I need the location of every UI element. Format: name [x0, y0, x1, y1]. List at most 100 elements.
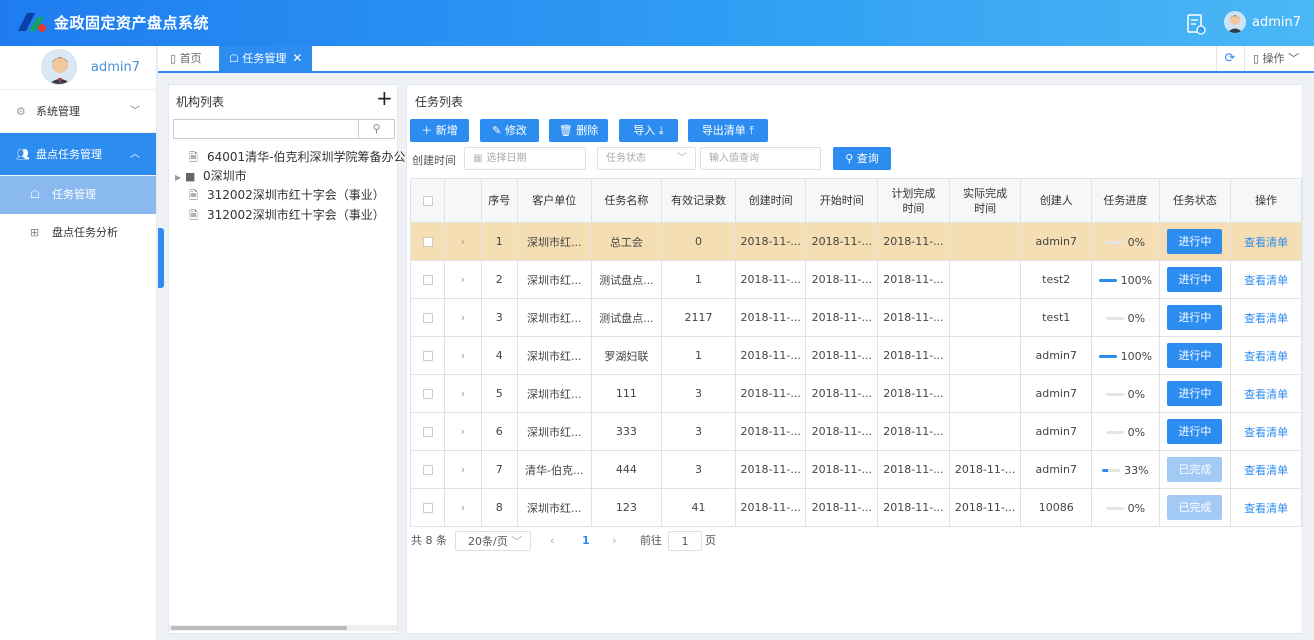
column-header[interactable]: 操作	[1230, 178, 1302, 223]
table-row[interactable]: › 5 深圳市红... 111 3 2018-11-... 2018-11-... 2018-…	[409, 374, 1302, 413]
view-list-link[interactable]: 查看清单	[1244, 350, 1288, 363]
page-size-select[interactable]: 20条/页 ﹀	[455, 531, 531, 551]
refresh-icon[interactable]: ⟳	[1216, 46, 1243, 71]
row-checkbox[interactable]	[422, 465, 433, 475]
tabs-operations-dropdown[interactable]: ▯ 操作 ﹀	[1244, 46, 1314, 71]
column-header[interactable]: 开始时间	[805, 178, 879, 223]
select-all-cell[interactable]	[409, 178, 446, 223]
add-icon[interactable]: +	[376, 88, 393, 108]
next-page-icon[interactable]: ›	[612, 531, 616, 551]
search-icon[interactable]: ⚲	[358, 120, 394, 138]
table-row[interactable]: › 1 深圳市红... 总工会 0 2018-11-... 2018-11-... 2018-…	[409, 222, 1302, 261]
tree-node[interactable]: ▶ ■ 0深圳市	[175, 167, 395, 184]
chevron-right-icon[interactable]: ›	[461, 311, 465, 324]
status-button[interactable]: 进行中	[1167, 267, 1223, 292]
row-expand-cell[interactable]: ›	[444, 222, 482, 261]
status-button[interactable]: 已完成	[1167, 495, 1223, 520]
status-button[interactable]: 已完成	[1167, 457, 1223, 482]
chevron-right-icon[interactable]: ›	[461, 235, 465, 248]
goto-page-input[interactable]: 1	[668, 531, 702, 551]
row-expand-cell[interactable]: ›	[444, 412, 482, 451]
row-checkbox[interactable]	[422, 503, 433, 513]
view-list-link[interactable]: 查看清单	[1244, 464, 1288, 477]
status-button[interactable]: 进行中	[1167, 305, 1223, 330]
scrollbar-thumb[interactable]	[171, 626, 347, 630]
tab-home[interactable]: ▯ 首页	[160, 46, 212, 71]
row-select-cell[interactable]	[409, 336, 446, 375]
column-header[interactable]: 计划完成时间	[877, 178, 950, 223]
row-select-cell[interactable]	[409, 298, 446, 337]
status-button[interactable]: 进行中	[1167, 419, 1223, 444]
org-search-input[interactable]: ⚲	[173, 119, 395, 139]
row-select-cell[interactable]	[409, 222, 446, 261]
tree-node[interactable]: 🗎︎ 312002深圳市红十字会（事业）	[189, 206, 409, 226]
chevron-right-icon[interactable]: ›	[461, 387, 465, 400]
row-expand-cell[interactable]: ›	[444, 450, 482, 489]
current-page[interactable]: 1	[582, 531, 590, 551]
row-checkbox[interactable]	[422, 313, 433, 323]
row-select-cell[interactable]	[409, 374, 446, 413]
status-button[interactable]: 进行中	[1167, 229, 1223, 254]
select-all-checkbox[interactable]	[422, 196, 433, 206]
top-user-name[interactable]: admin7	[1252, 15, 1301, 30]
row-expand-cell[interactable]: ›	[444, 374, 482, 413]
table-row[interactable]: › 2 深圳市红... 测试盘点... 1 2018-11-... 2018-11-... 2…	[409, 260, 1302, 299]
keyword-input[interactable]: 输入值查询	[700, 147, 821, 170]
top-avatar[interactable]	[1224, 11, 1246, 33]
status-select[interactable]: 任务状态 ﹀	[597, 147, 696, 170]
table-row[interactable]: › 7 清华-伯克... 444 3 2018-11-... 2018-11-... 2018…	[409, 450, 1302, 489]
chevron-right-icon[interactable]: ›	[461, 273, 465, 286]
row-select-cell[interactable]	[409, 260, 446, 299]
row-select-cell[interactable]	[409, 488, 446, 527]
caret-right-icon[interactable]: ▶	[175, 173, 185, 182]
row-checkbox[interactable]	[422, 389, 433, 399]
table-row[interactable]: › 8 深圳市红... 123 41 2018-11-... 2018-11-... 2018…	[409, 488, 1302, 527]
chevron-right-icon[interactable]: ›	[461, 463, 465, 476]
table-row[interactable]: › 6 深圳市红... 333 3 2018-11-... 2018-11-... 2018-…	[409, 412, 1302, 451]
column-header[interactable]: 客户单位	[516, 178, 592, 223]
horizontal-scrollbar[interactable]	[169, 625, 397, 631]
status-button[interactable]: 进行中	[1167, 343, 1223, 368]
row-select-cell[interactable]	[409, 450, 446, 489]
menu-inventory-task-management[interactable]: 👥︎ 盘点任务管理 ︿	[0, 133, 156, 176]
chevron-right-icon[interactable]: ›	[461, 501, 465, 514]
tree-node[interactable]: 🗎︎ 64001清华-伯克利深圳学院筹备办公室	[189, 148, 409, 168]
column-header[interactable]: 创建人	[1020, 178, 1093, 223]
status-button[interactable]: 进行中	[1167, 381, 1223, 406]
column-header[interactable]: 任务进度	[1091, 178, 1160, 223]
chevron-right-icon[interactable]: ›	[461, 425, 465, 438]
row-checkbox[interactable]	[422, 427, 433, 437]
view-list-link[interactable]: 查看清单	[1244, 502, 1288, 515]
view-list-link[interactable]: 查看清单	[1244, 236, 1288, 249]
submenu-task-analysis[interactable]: ⊞ 盘点任务分析	[0, 214, 156, 252]
column-header[interactable]: 任务名称	[590, 178, 663, 223]
row-checkbox[interactable]	[422, 351, 433, 361]
row-expand-cell[interactable]: ›	[444, 260, 482, 299]
row-expand-cell[interactable]: ›	[444, 298, 482, 337]
column-header[interactable]: 有效记录数	[661, 178, 736, 223]
export-list-button[interactable]: 导出清单 ⤒	[688, 119, 768, 142]
close-icon[interactable]: ✕	[292, 51, 302, 65]
table-row[interactable]: › 4 深圳市红... 罗湖妇联 1 2018-11-... 2018-11-... 2018…	[409, 336, 1302, 375]
date-picker-input[interactable]: ▦ 选择日期	[464, 147, 586, 170]
task-list-icon[interactable]	[1186, 13, 1206, 35]
view-list-link[interactable]: 查看清单	[1244, 274, 1288, 287]
submenu-task-management[interactable]: ☖ 任务管理	[0, 176, 156, 214]
tab-task-management[interactable]: ☖ 任务管理 ✕	[219, 46, 313, 71]
sidebar-collapse-handle[interactable]	[158, 228, 164, 288]
view-list-link[interactable]: 查看清单	[1244, 312, 1288, 325]
query-button[interactable]: ⚲ 查询	[833, 147, 891, 170]
column-header[interactable]: 任务状态	[1158, 178, 1232, 223]
column-header[interactable]: 创建时间	[734, 178, 807, 223]
view-list-link[interactable]: 查看清单	[1244, 426, 1288, 439]
row-expand-cell[interactable]: ›	[444, 488, 482, 527]
view-list-link[interactable]: 查看清单	[1244, 388, 1288, 401]
tree-node[interactable]: 🗎︎ 312002深圳市红十字会（事业）	[189, 186, 409, 206]
row-checkbox[interactable]	[422, 275, 433, 285]
table-row[interactable]: › 3 深圳市红... 测试盘点... 2117 2018-11-... 2018-11-.…	[409, 298, 1302, 337]
import-button[interactable]: 导入 ⤓	[619, 119, 678, 142]
edit-button[interactable]: ✎ 修改	[480, 119, 539, 142]
prev-page-icon[interactable]: ‹	[550, 531, 554, 551]
row-select-cell[interactable]	[409, 412, 446, 451]
add-button[interactable]: ＋ 新增	[410, 119, 469, 142]
